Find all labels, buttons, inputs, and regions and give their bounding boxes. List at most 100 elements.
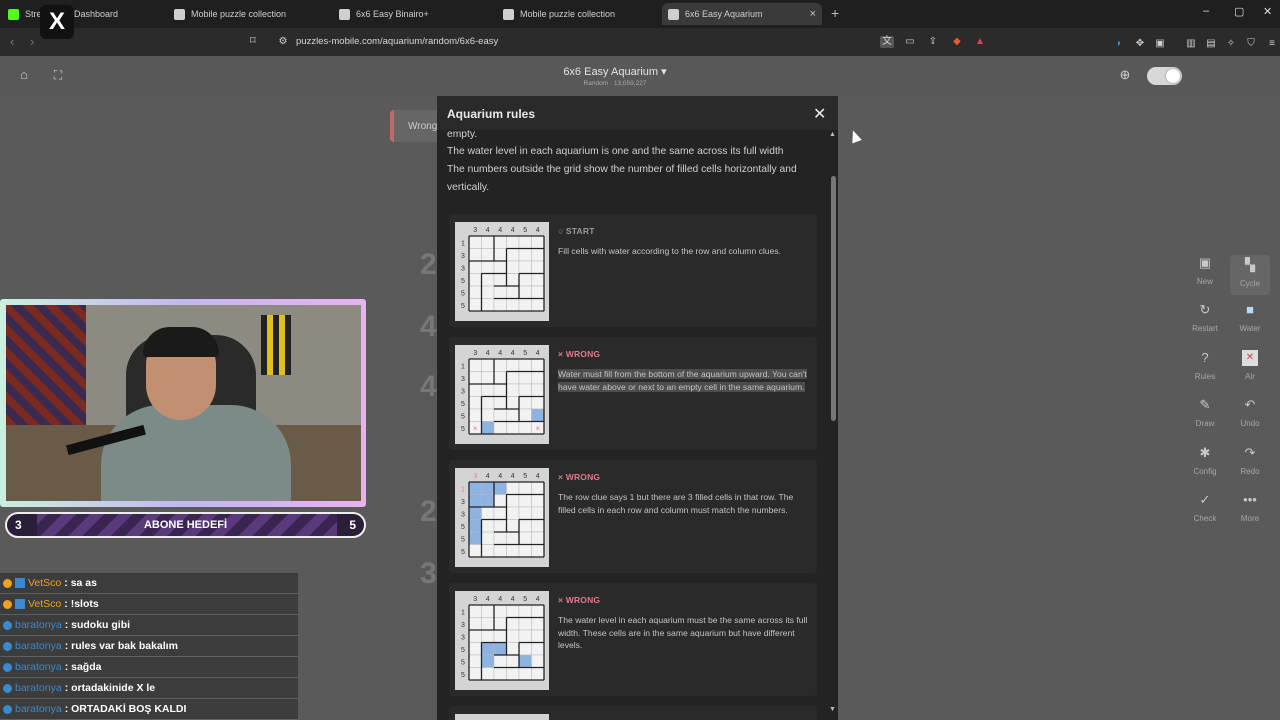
rule-card — [449, 706, 817, 720]
grid-cell — [531, 642, 545, 656]
grid-cell — [468, 383, 482, 397]
column-clue: 4 — [498, 227, 502, 234]
tab-mobile-puzzle-2[interactable]: Mobile puzzle collection — [503, 3, 653, 25]
user-badge-icon — [3, 683, 12, 693]
chat-username[interactable]: VetSco — [28, 577, 61, 589]
tool-label: Undo — [1240, 419, 1260, 428]
row-clue: 3 — [420, 557, 437, 590]
share-icon[interactable]: ⇪ — [926, 36, 940, 48]
minimize-button[interactable]: – — [1203, 5, 1209, 17]
grid-cell — [518, 667, 532, 681]
translate-icon[interactable]: 文 — [880, 36, 894, 48]
grid-cell — [481, 408, 495, 422]
tool-label: Restart — [1192, 324, 1218, 333]
example-grid-svg: 3 4 4 4 5 4 1 3 3 5 5 5 — [461, 227, 545, 312]
chat-username[interactable]: VetSco — [28, 598, 61, 610]
grid-cell — [481, 494, 495, 508]
grid-cell — [481, 396, 495, 410]
forward-icon[interactable]: › — [30, 34, 34, 49]
screenshot-icon[interactable]: ▣ — [1153, 38, 1167, 50]
grid-cell — [506, 604, 520, 618]
chat-username[interactable]: baratonya — [15, 661, 62, 673]
row-clue: 5 — [461, 659, 465, 666]
chat-username[interactable]: baratonya — [15, 682, 62, 694]
grid-cell — [468, 604, 482, 618]
water-icon: ■ — [1246, 302, 1254, 317]
leo-icon[interactable]: ✧ — [1224, 38, 1238, 50]
tool-cycle-button[interactable]: ▚ Cycle — [1230, 255, 1270, 295]
site-settings-icon[interactable]: ⚙ — [276, 36, 290, 48]
grid-cell — [493, 617, 507, 631]
tab-aquarium[interactable]: 6x6 Easy Aquarium × — [662, 3, 822, 25]
close-icon[interactable]: ✕ — [813, 104, 826, 124]
card-status: ○ START — [558, 226, 595, 236]
extensions-icon[interactable]: ✥ — [1133, 38, 1147, 50]
bookmark-icon[interactable]: ⌑ — [250, 34, 256, 47]
tool-config-button[interactable]: ✱ Config — [1185, 445, 1225, 476]
close-tab-icon[interactable]: × — [810, 8, 816, 20]
brave-rewards-icon[interactable]: ▲ — [973, 36, 987, 48]
tool-rules-button[interactable]: ? Rules — [1185, 350, 1225, 381]
grid-cell — [481, 273, 495, 287]
tool-water-button[interactable]: ■ Water — [1230, 302, 1270, 333]
grid-cell — [481, 383, 495, 397]
zoom-icon[interactable]: ⊕ — [1118, 68, 1132, 81]
tool-redo-button[interactable]: ↷ Redo — [1230, 445, 1270, 476]
column-clue: 3 — [473, 596, 477, 603]
row-clue: 3 — [461, 511, 465, 518]
scroll-down-icon[interactable]: ▼ — [829, 706, 836, 713]
grid-cell — [531, 654, 545, 668]
moderator-badge-icon — [15, 578, 25, 588]
sidebar-icon[interactable]: ▥ — [1184, 38, 1198, 50]
back-icon[interactable]: ‹ — [10, 34, 14, 49]
column-clue: 4 — [536, 473, 540, 480]
wallet-panel-icon[interactable]: ▤ — [1204, 38, 1218, 50]
tool-undo-button[interactable]: ↶ Undo — [1230, 397, 1270, 428]
grid-cell — [493, 654, 507, 668]
grid-cell — [506, 544, 520, 558]
tab-mobile-puzzle-1[interactable]: Mobile puzzle collection — [174, 3, 324, 25]
cast-icon[interactable]: ▭ — [903, 36, 917, 48]
card-description: Fill cells with water according to the r… — [558, 246, 782, 256]
grid-cell — [468, 285, 482, 299]
vpn-icon[interactable]: ⛉ — [1244, 38, 1258, 50]
modal-scrollbar[interactable] — [831, 176, 836, 421]
tool-more-button[interactable]: ••• More — [1230, 492, 1270, 523]
scroll-up-icon[interactable]: ▲ — [829, 131, 836, 138]
url-field[interactable]: ⚙ puzzles-mobile.com/aquarium/random/6x6… — [268, 31, 994, 53]
column-clue: 4 — [498, 350, 502, 357]
tab-label: 6x6 Easy Binairo+ — [356, 9, 429, 19]
close-window-button[interactable]: ✕ — [1263, 5, 1272, 18]
wallet-icon[interactable]: ◗ — [1112, 38, 1126, 50]
url-text: puzzles-mobile.com/aquarium/random/6x6-e… — [296, 36, 499, 47]
fullscreen-icon[interactable]: ⛶ — [51, 69, 65, 81]
theme-toggle[interactable] — [1147, 67, 1182, 85]
chat-text: : sudoku gibi — [64, 619, 131, 631]
brave-shield-icon[interactable]: ◆ — [950, 36, 964, 48]
puzzle-favicon-icon — [339, 8, 350, 20]
tool-new-button[interactable]: ▣ New — [1185, 255, 1225, 286]
chat-username[interactable]: baratonya — [15, 619, 62, 631]
tool-air-button[interactable]: ✕ Air — [1230, 350, 1270, 381]
tool-check-button[interactable]: ✓ Check — [1185, 492, 1225, 523]
tab-dashboard[interactable]: Dashboard — [74, 3, 154, 25]
maximize-button[interactable]: ▢ — [1234, 5, 1244, 18]
puzzle-title[interactable]: 6x6 Easy Aquarium ▾ — [540, 65, 690, 78]
chat-username[interactable]: baratonya — [15, 640, 62, 652]
grid-cell — [518, 642, 532, 656]
grid-cell — [468, 667, 482, 681]
person-shoulders — [101, 405, 291, 501]
stream-chat: VetSco: sa as VetSco: !slots baratonya: su… — [0, 573, 298, 720]
home-icon[interactable]: ⌂ — [17, 68, 31, 81]
rule-text: empty. — [447, 129, 478, 140]
chat-username[interactable]: baratonya — [15, 703, 62, 715]
grid-cell — [493, 531, 507, 545]
tab-binairo[interactable]: 6x6 Easy Binairo+ — [339, 3, 489, 25]
tab-stream[interactable]: Stre — [8, 3, 40, 25]
new-tab-button[interactable]: + — [831, 5, 839, 21]
tool-draw-button[interactable]: ✎ Draw — [1185, 397, 1225, 428]
tool-restart-button[interactable]: ↻ Restart — [1185, 302, 1225, 333]
row-clue: 5 — [461, 278, 465, 285]
menu-icon[interactable]: ≡ — [1265, 38, 1279, 50]
row-clue: 5 — [461, 549, 465, 556]
